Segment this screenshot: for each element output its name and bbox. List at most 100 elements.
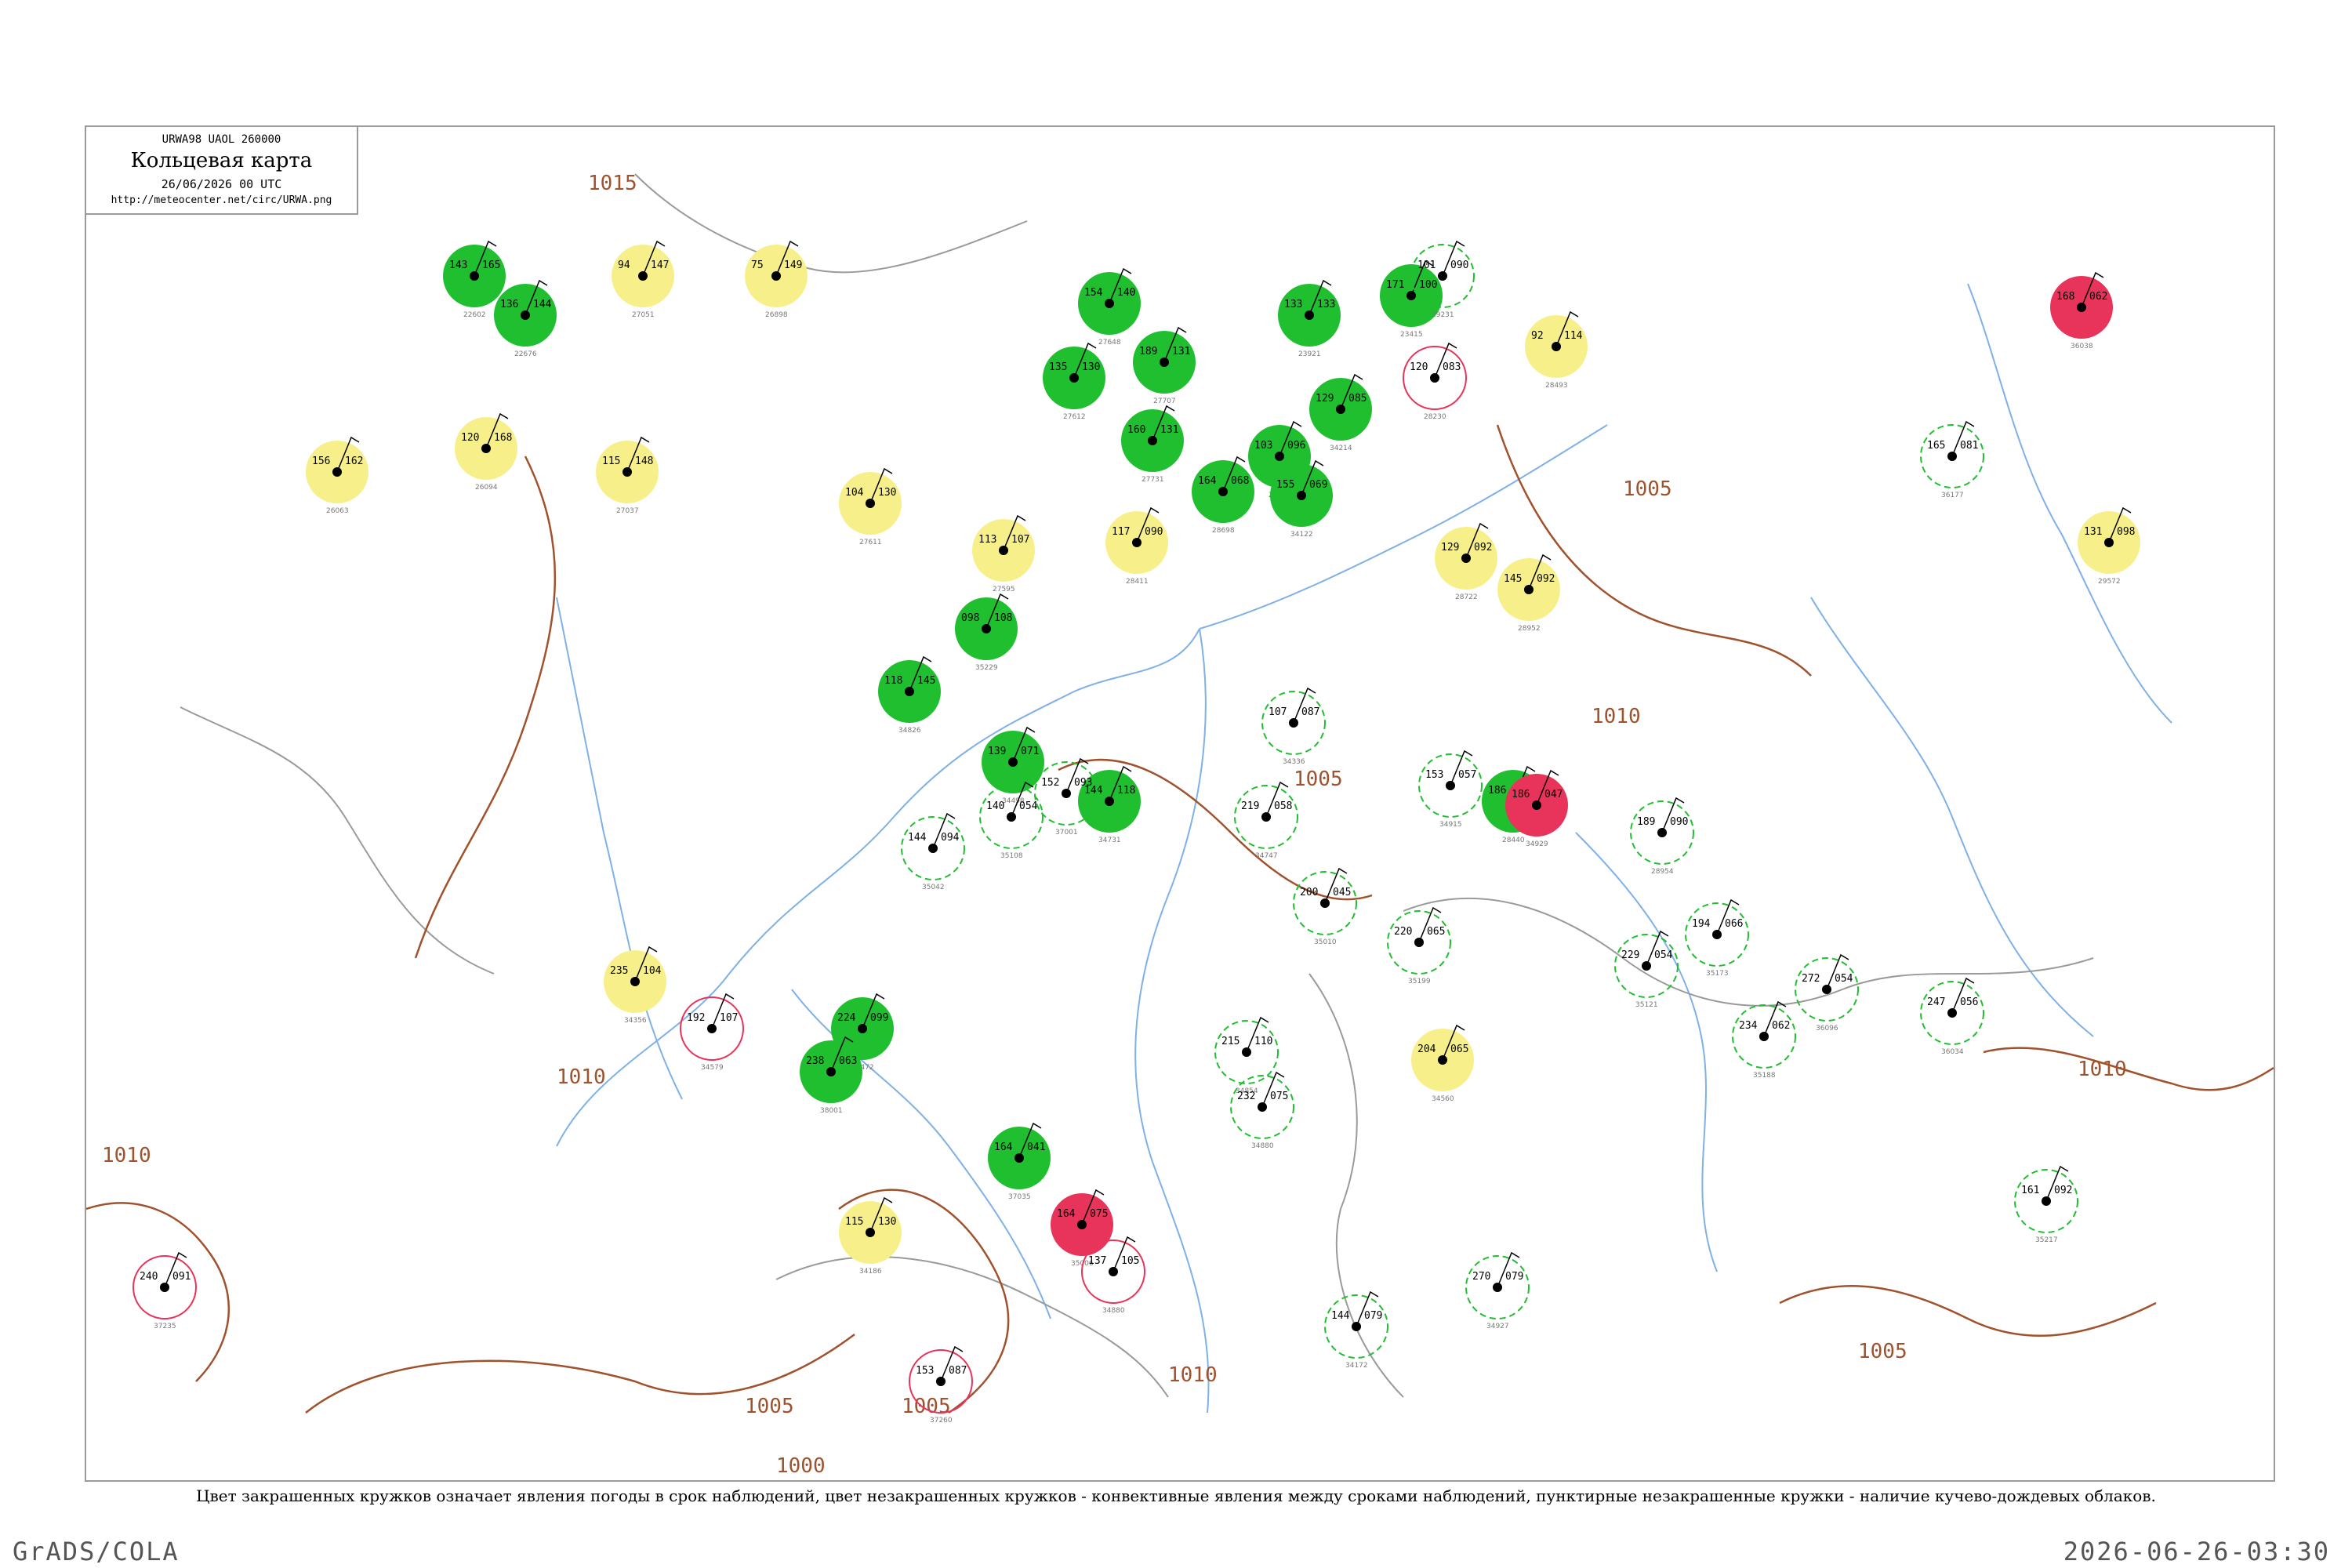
station-index: 34826 [898,727,921,735]
station-index: 27707 [1153,397,1176,405]
station-temperature: 200 [1300,887,1318,898]
station-index: 28230 [1424,413,1446,421]
station-pressure: 058 [1274,800,1292,812]
isobar-label: 1005 [1294,768,1343,791]
station-index: 28411 [1126,578,1149,586]
station-index: 27731 [1142,476,1164,484]
station-pressure: 104 [643,965,662,977]
station-marker: 219 058 34747 [1234,781,1298,860]
station-marker: 240 091 37235 [132,1251,197,1330]
station-marker: 129 092 28722 [1435,522,1497,601]
station-marker: 229 054 35121 [1614,930,1679,1009]
map-date: 26/06/2026 00 UTC [161,177,282,191]
station-temperature: 140 [986,800,1004,812]
station-pressure: 092 [1537,573,1555,585]
station-index: 37260 [930,1417,953,1425]
river-ob [1967,283,2172,724]
footer-software: GrADS/COLA [13,1537,180,1566]
station-marker: 156 162 26063 [306,436,368,515]
station-pressure: 140 [1117,287,1135,299]
station-pressure: 090 [1450,260,1468,271]
station-temperature: 229 [1621,949,1639,961]
station-pressure: 100 [1419,279,1437,291]
map-title: Кольцевая карта [130,149,313,172]
station-pressure: 107 [1011,534,1029,546]
station-temperature: 238 [806,1055,824,1067]
map-url: http://meteocenter.net/circ/URWA.png [111,194,332,206]
station-pressure: 065 [1427,926,1445,938]
station-marker: 200 045 35010 [1293,867,1357,946]
station-pressure: 093 [1074,777,1092,789]
isobar-label: 1015 [588,172,637,195]
station-marker: 104 130 27611 [839,467,902,546]
station-temperature: 186 [1512,789,1530,800]
station-temperature: 219 [1241,800,1259,812]
coast-baltic [180,706,495,975]
station-temperature: 120 [461,432,479,444]
station-temperature: 272 [1802,973,1820,985]
station-temperature: 156 [312,456,330,467]
station-temperature: 133 [1284,299,1302,310]
station-temperature: 115 [845,1216,863,1228]
station-pressure: 054 [1654,949,1673,961]
station-temperature: 153 [1425,769,1443,781]
station-temperature: 144 [908,832,927,844]
station-temperature: 186 [1488,785,1506,797]
rivers-layer [556,283,2172,1414]
station-pressure: 056 [1960,996,1978,1008]
station-pressure: 054 [1019,800,1038,812]
station-marker: 75 149 26898 [745,240,808,319]
station-marker: 247 056 36034 [1920,977,1984,1056]
station-marker: 161 092 35217 [2014,1165,2078,1244]
station-temperature: 189 [1139,346,1157,358]
station-index: 27595 [993,586,1015,593]
station-index: 27037 [616,507,639,515]
station-pressure: 130 [878,1216,896,1228]
station-temperature: 247 [1927,996,1945,1008]
station-pressure: 041 [1027,1142,1045,1153]
station-pressure: 114 [1564,330,1583,342]
station-index: 34214 [1330,445,1352,452]
station-marker: 189 090 28954 [1630,797,1694,876]
isobar-line [414,456,557,959]
isobar-label: 1010 [2078,1058,2127,1081]
border-east [1403,897,2094,1007]
station-index: 26898 [765,311,788,319]
station-marker: 220 065 35199 [1387,906,1451,985]
station-temperature: 137 [1088,1255,1106,1267]
station-marker: 137 105 34880 [1081,1236,1145,1315]
station-marker: 131 098 29572 [2078,506,2140,586]
station-marker: 145 092 28952 [1497,554,1560,633]
station-pressure: 094 [941,832,960,844]
station-marker: 235 104 34356 [604,946,666,1025]
station-pressure: 087 [949,1365,967,1377]
station-marker: 164 068 28698 [1192,456,1254,535]
station-marker: 94 147 27051 [612,240,674,319]
station-marker: 165 081 36177 [1920,420,1984,499]
isobar-label: 1010 [1592,705,1641,728]
station-marker: 232 075 34880 [1230,1071,1294,1150]
station-pressure: 131 [1160,424,1178,436]
station-temperature: 104 [845,487,864,499]
station-temperature: 270 [1472,1271,1490,1283]
station-temperature: 171 [1386,279,1404,291]
station-pressure: 096 [1287,440,1305,452]
station-pressure: 131 [1172,346,1190,358]
station-pressure: 047 [1544,789,1563,800]
station-pressure: 092 [2054,1185,2072,1196]
station-pressure: 110 [1254,1036,1272,1047]
station-temperature: 153 [916,1365,934,1377]
station-index: 35188 [1753,1072,1776,1080]
station-temperature: 161 [2021,1185,2039,1196]
station-index: 27051 [632,311,655,319]
station-pressure: 062 [2089,291,2107,303]
station-index: 34927 [1486,1323,1509,1330]
station-temperature: 154 [1084,287,1103,299]
station-marker: 140 054 35108 [979,781,1044,860]
station-marker: 194 066 35173 [1685,898,1749,978]
isobar-label: 1010 [1168,1363,1218,1387]
station-marker: 120 168 26094 [455,412,517,492]
station-marker: 118 145 34826 [878,655,941,735]
border-north [634,173,1028,274]
synoptic-map: 1015 1010 1005 1005 1010 1005 1010 1005 1010 1005… [86,172,2274,1478]
